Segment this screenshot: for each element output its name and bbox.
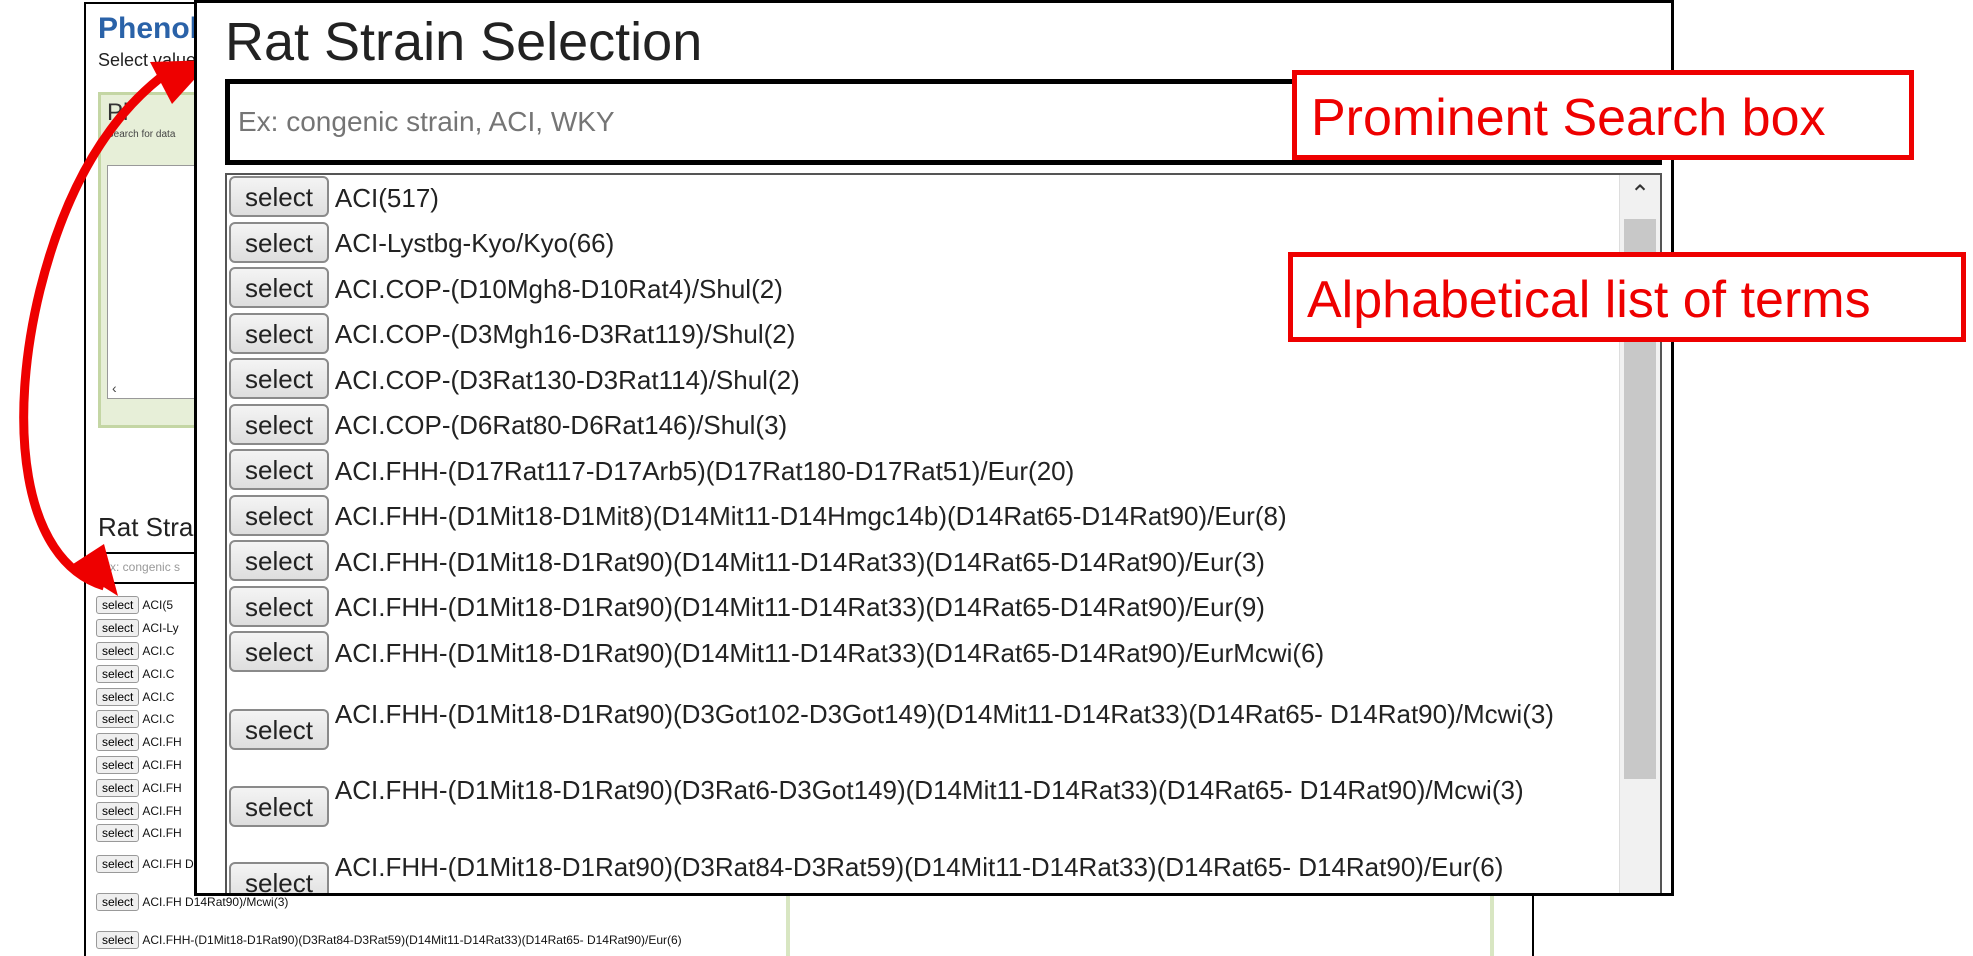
background-item-label: ACI.FH xyxy=(142,803,182,818)
background-select-button[interactable]: select xyxy=(96,824,140,843)
select-button[interactable]: select xyxy=(229,540,329,582)
strain-list-item: select ACI.FHH-(D1Mit18-D1Rat90)(D14Mit11… xyxy=(227,585,1612,631)
strain-list-item: select ACI(517) xyxy=(227,175,1612,221)
background-panel-title: Pl xyxy=(107,99,129,126)
background-item-label: ACI(5 xyxy=(142,598,174,613)
strain-list-item: select ACI.FHH-(D1Mit18-D1Rat90)(D14Mit11… xyxy=(227,630,1612,676)
background-select-button[interactable]: select xyxy=(96,710,140,729)
select-button[interactable]: select xyxy=(229,862,329,893)
alphabetical-list-callout: Alphabetical list of terms xyxy=(1288,252,1966,342)
strain-label: ACI.COP-(D10Mgh8-D10Rat4)/Shul(2) xyxy=(334,273,783,304)
select-button[interactable]: select xyxy=(229,312,329,354)
background-select-button[interactable]: select xyxy=(96,892,140,911)
background-select-button[interactable]: select xyxy=(96,778,140,797)
strain-label: ACI.FHH-(D17Rat117-D17Arb5)(D17Rat180-D1… xyxy=(334,455,1075,486)
strain-list-item: select ACI.FHH-(D17Rat117-D17Arb5)(D17Rat… xyxy=(227,448,1612,494)
strain-label: ACI.FHH-(D1Mit18-D1Rat90)(D14Mit11-D14Ra… xyxy=(334,637,1325,668)
background-item-label: ACI.FH xyxy=(142,735,182,750)
select-button[interactable]: select xyxy=(229,494,329,536)
strain-label: ACI.FHH-(D1Mit18-D1Rat90)(D3Got102-D3Got… xyxy=(334,698,1554,729)
select-button[interactable]: select xyxy=(229,403,329,445)
background-select-button[interactable]: select xyxy=(96,755,140,774)
strain-label: ACI.COP-(D3Mgh16-D3Rat119)/Shul(2) xyxy=(334,319,796,350)
background-select-button[interactable]: select xyxy=(96,854,140,873)
strain-label: ACI.FHH-(D1Mit18-D1Rat90)(D3Rat84-D3Rat5… xyxy=(334,851,1504,882)
select-button[interactable]: select xyxy=(229,709,329,750)
search-box-callout: Prominent Search box xyxy=(1292,70,1914,160)
select-button[interactable]: select xyxy=(229,358,329,400)
strain-list-item: select ACI.FHH-(D1Mit18-D1Mit8)(D14Mit11-… xyxy=(227,494,1612,540)
background-select-button[interactable]: select xyxy=(96,641,140,660)
background-item-label: ACI.FH xyxy=(142,757,182,772)
background-select-button[interactable]: select xyxy=(96,664,140,683)
select-button[interactable]: select xyxy=(229,585,329,627)
background-item-label: ACI.C xyxy=(142,689,175,704)
select-button[interactable]: select xyxy=(229,176,329,218)
strain-label: ACI-Lystbg-Kyo/Kyo(66) xyxy=(334,228,615,259)
strain-list-item: select ACI.FHH-(D1Mit18-D1Rat90)(D3Rat6-D… xyxy=(227,752,1612,829)
strain-label: ACI.COP-(D6Rat80-D6Rat146)/Shul(3) xyxy=(334,410,788,441)
background-item-label: ACI.C xyxy=(142,666,175,681)
select-button[interactable]: select xyxy=(229,449,329,491)
screenshot-canvas: Phenol Select value Pl Search for data ‹… xyxy=(0,0,1973,956)
strain-label: ACI(517) xyxy=(334,182,439,213)
strain-label: ACI.FHH-(D1Mit18-D1Rat90)(D14Mit11-D14Ra… xyxy=(334,546,1265,577)
background-select-button[interactable]: select xyxy=(96,801,140,820)
scroll-left-icon[interactable]: ‹ xyxy=(112,380,117,396)
background-item-label: ACI.C xyxy=(142,643,175,658)
background-select-button[interactable]: select xyxy=(96,687,140,706)
select-button[interactable]: select xyxy=(229,631,329,673)
background-page-title: Phenol xyxy=(98,12,199,45)
background-list-item: select ACI.FHH-(D1Mit18-D1Rat90)(D3Rat84-… xyxy=(96,921,796,956)
background-panel-hint: Search for data xyxy=(107,129,176,140)
background-item-label: ACI.C xyxy=(142,712,175,727)
background-select-button[interactable]: select xyxy=(96,596,140,615)
strain-list-item: select ACI.COP-(D6Rat80-D6Rat146)/Shul(3) xyxy=(227,403,1612,449)
strain-list-item: select ACI.FHH-(D1Mit18-D1Rat90)(D3Got102… xyxy=(227,676,1612,753)
select-button[interactable]: select xyxy=(229,221,329,263)
strain-label: ACI.FHH-(D1Mit18-D1Rat90)(D14Mit11-D14Ra… xyxy=(334,592,1265,623)
chevron-up-icon[interactable]: ⌃ xyxy=(1620,175,1660,215)
background-select-button[interactable]: select xyxy=(96,619,140,638)
select-button[interactable]: select xyxy=(229,785,329,827)
background-select-button[interactable]: select xyxy=(96,930,140,949)
strain-label: ACI.FHH-(D1Mit18-D1Mit8)(D14Mit11-D14Hmg… xyxy=(334,501,1287,532)
background-item-label: ACI.FH xyxy=(142,826,182,841)
background-item-label: ACI-Ly xyxy=(142,621,179,636)
select-button[interactable]: select xyxy=(229,267,329,309)
background-item-label: ACI.FHH-(D1Mit18-D1Rat90)(D3Rat84-D3Rat5… xyxy=(142,932,682,947)
strain-list-item: select ACI.FHH-(D1Mit18-D1Rat90)(D14Mit11… xyxy=(227,539,1612,585)
background-page-subtitle: Select value xyxy=(98,50,197,70)
background-item-label: ACI.FH D14Rat90)/Mcwi(3) xyxy=(142,894,289,909)
strain-list-item: select ACI.COP-(D3Rat130-D3Rat114)/Shul(2… xyxy=(227,357,1612,403)
strain-label: ACI.FHH-(D1Mit18-D1Rat90)(D3Rat6-D3Got14… xyxy=(334,775,1524,806)
background-rat-strain-title: Rat Stra xyxy=(98,512,194,542)
strain-list-item: select ACI.FHH-(D1Mit18-D1Rat90)(D3Rat84-… xyxy=(227,829,1612,893)
background-item-label: ACI.FH xyxy=(142,780,182,795)
dialog-title: Rat Strain Selection xyxy=(225,12,703,72)
strain-label: ACI.COP-(D3Rat130-D3Rat114)/Shul(2) xyxy=(334,364,800,395)
background-select-button[interactable]: select xyxy=(96,733,140,752)
